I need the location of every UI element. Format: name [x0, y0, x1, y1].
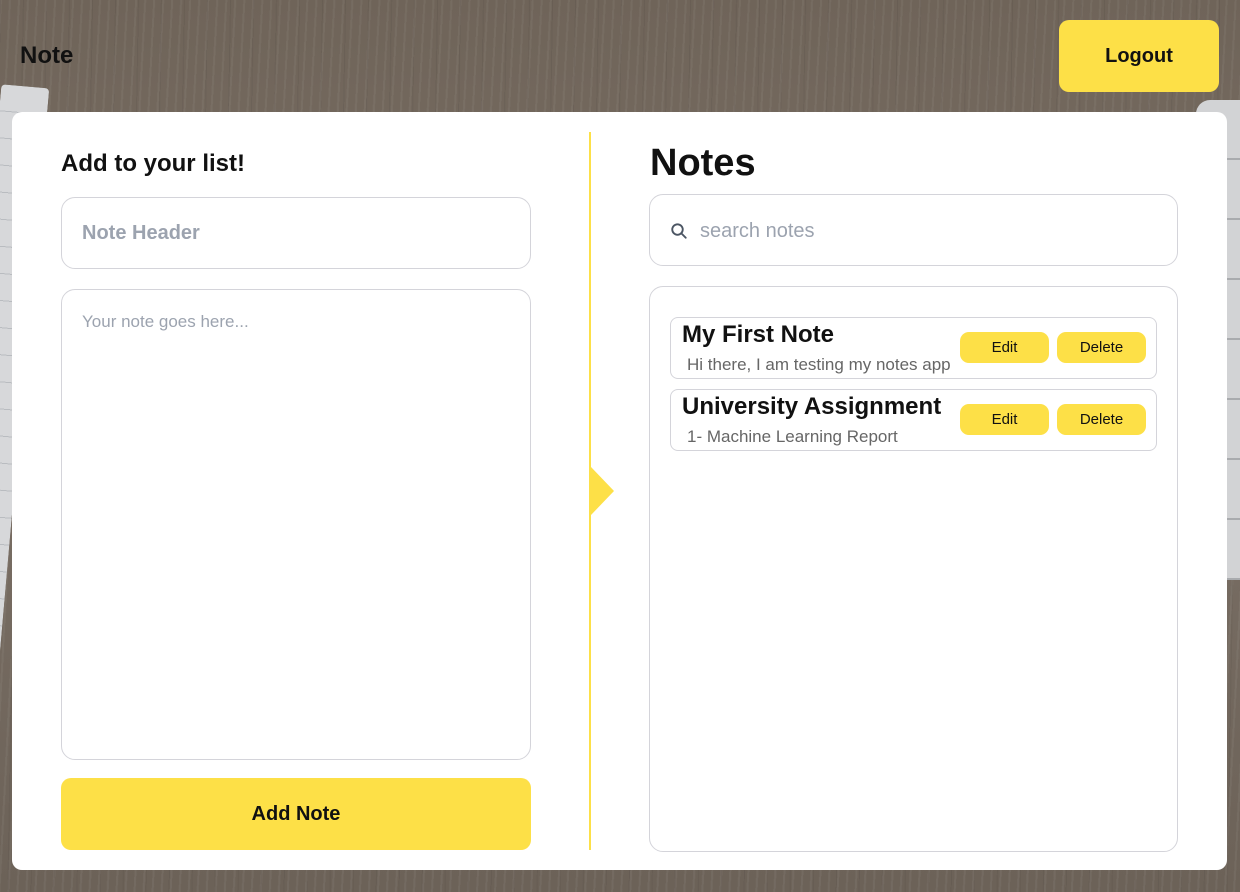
search-input[interactable]: [700, 213, 1160, 249]
notes-title: Notes: [650, 142, 756, 184]
app-title: Note: [20, 42, 74, 69]
divider-arrow-icon: [591, 467, 614, 515]
add-note-button[interactable]: Add Note: [61, 778, 531, 850]
edit-note-button[interactable]: Edit: [960, 332, 1049, 363]
note-title: My First Note: [682, 321, 835, 348]
search-icon: [671, 223, 687, 239]
note-header-input[interactable]: [61, 197, 531, 269]
note-body: Hi there, I am testing my notes app: [687, 355, 951, 374]
delete-note-button[interactable]: Delete: [1057, 404, 1146, 435]
logout-button[interactable]: Logout: [1059, 20, 1219, 92]
note-item[interactable]: University Assignment 1- Machine Learnin…: [670, 389, 1157, 451]
delete-note-button[interactable]: Delete: [1057, 332, 1146, 363]
note-title: University Assignment: [682, 393, 942, 420]
composer-title: Add to your list!: [61, 150, 245, 177]
note-body: 1- Machine Learning Report: [687, 427, 898, 446]
note-body-textarea[interactable]: [61, 289, 531, 760]
note-item[interactable]: My First Note Hi there, I am testing my …: [670, 317, 1157, 379]
edit-note-button[interactable]: Edit: [960, 404, 1049, 435]
main-card: Add to your list! Add Note Notes My Firs…: [12, 112, 1227, 870]
notes-list: My First Note Hi there, I am testing my …: [649, 286, 1178, 852]
search-box[interactable]: [649, 194, 1178, 266]
